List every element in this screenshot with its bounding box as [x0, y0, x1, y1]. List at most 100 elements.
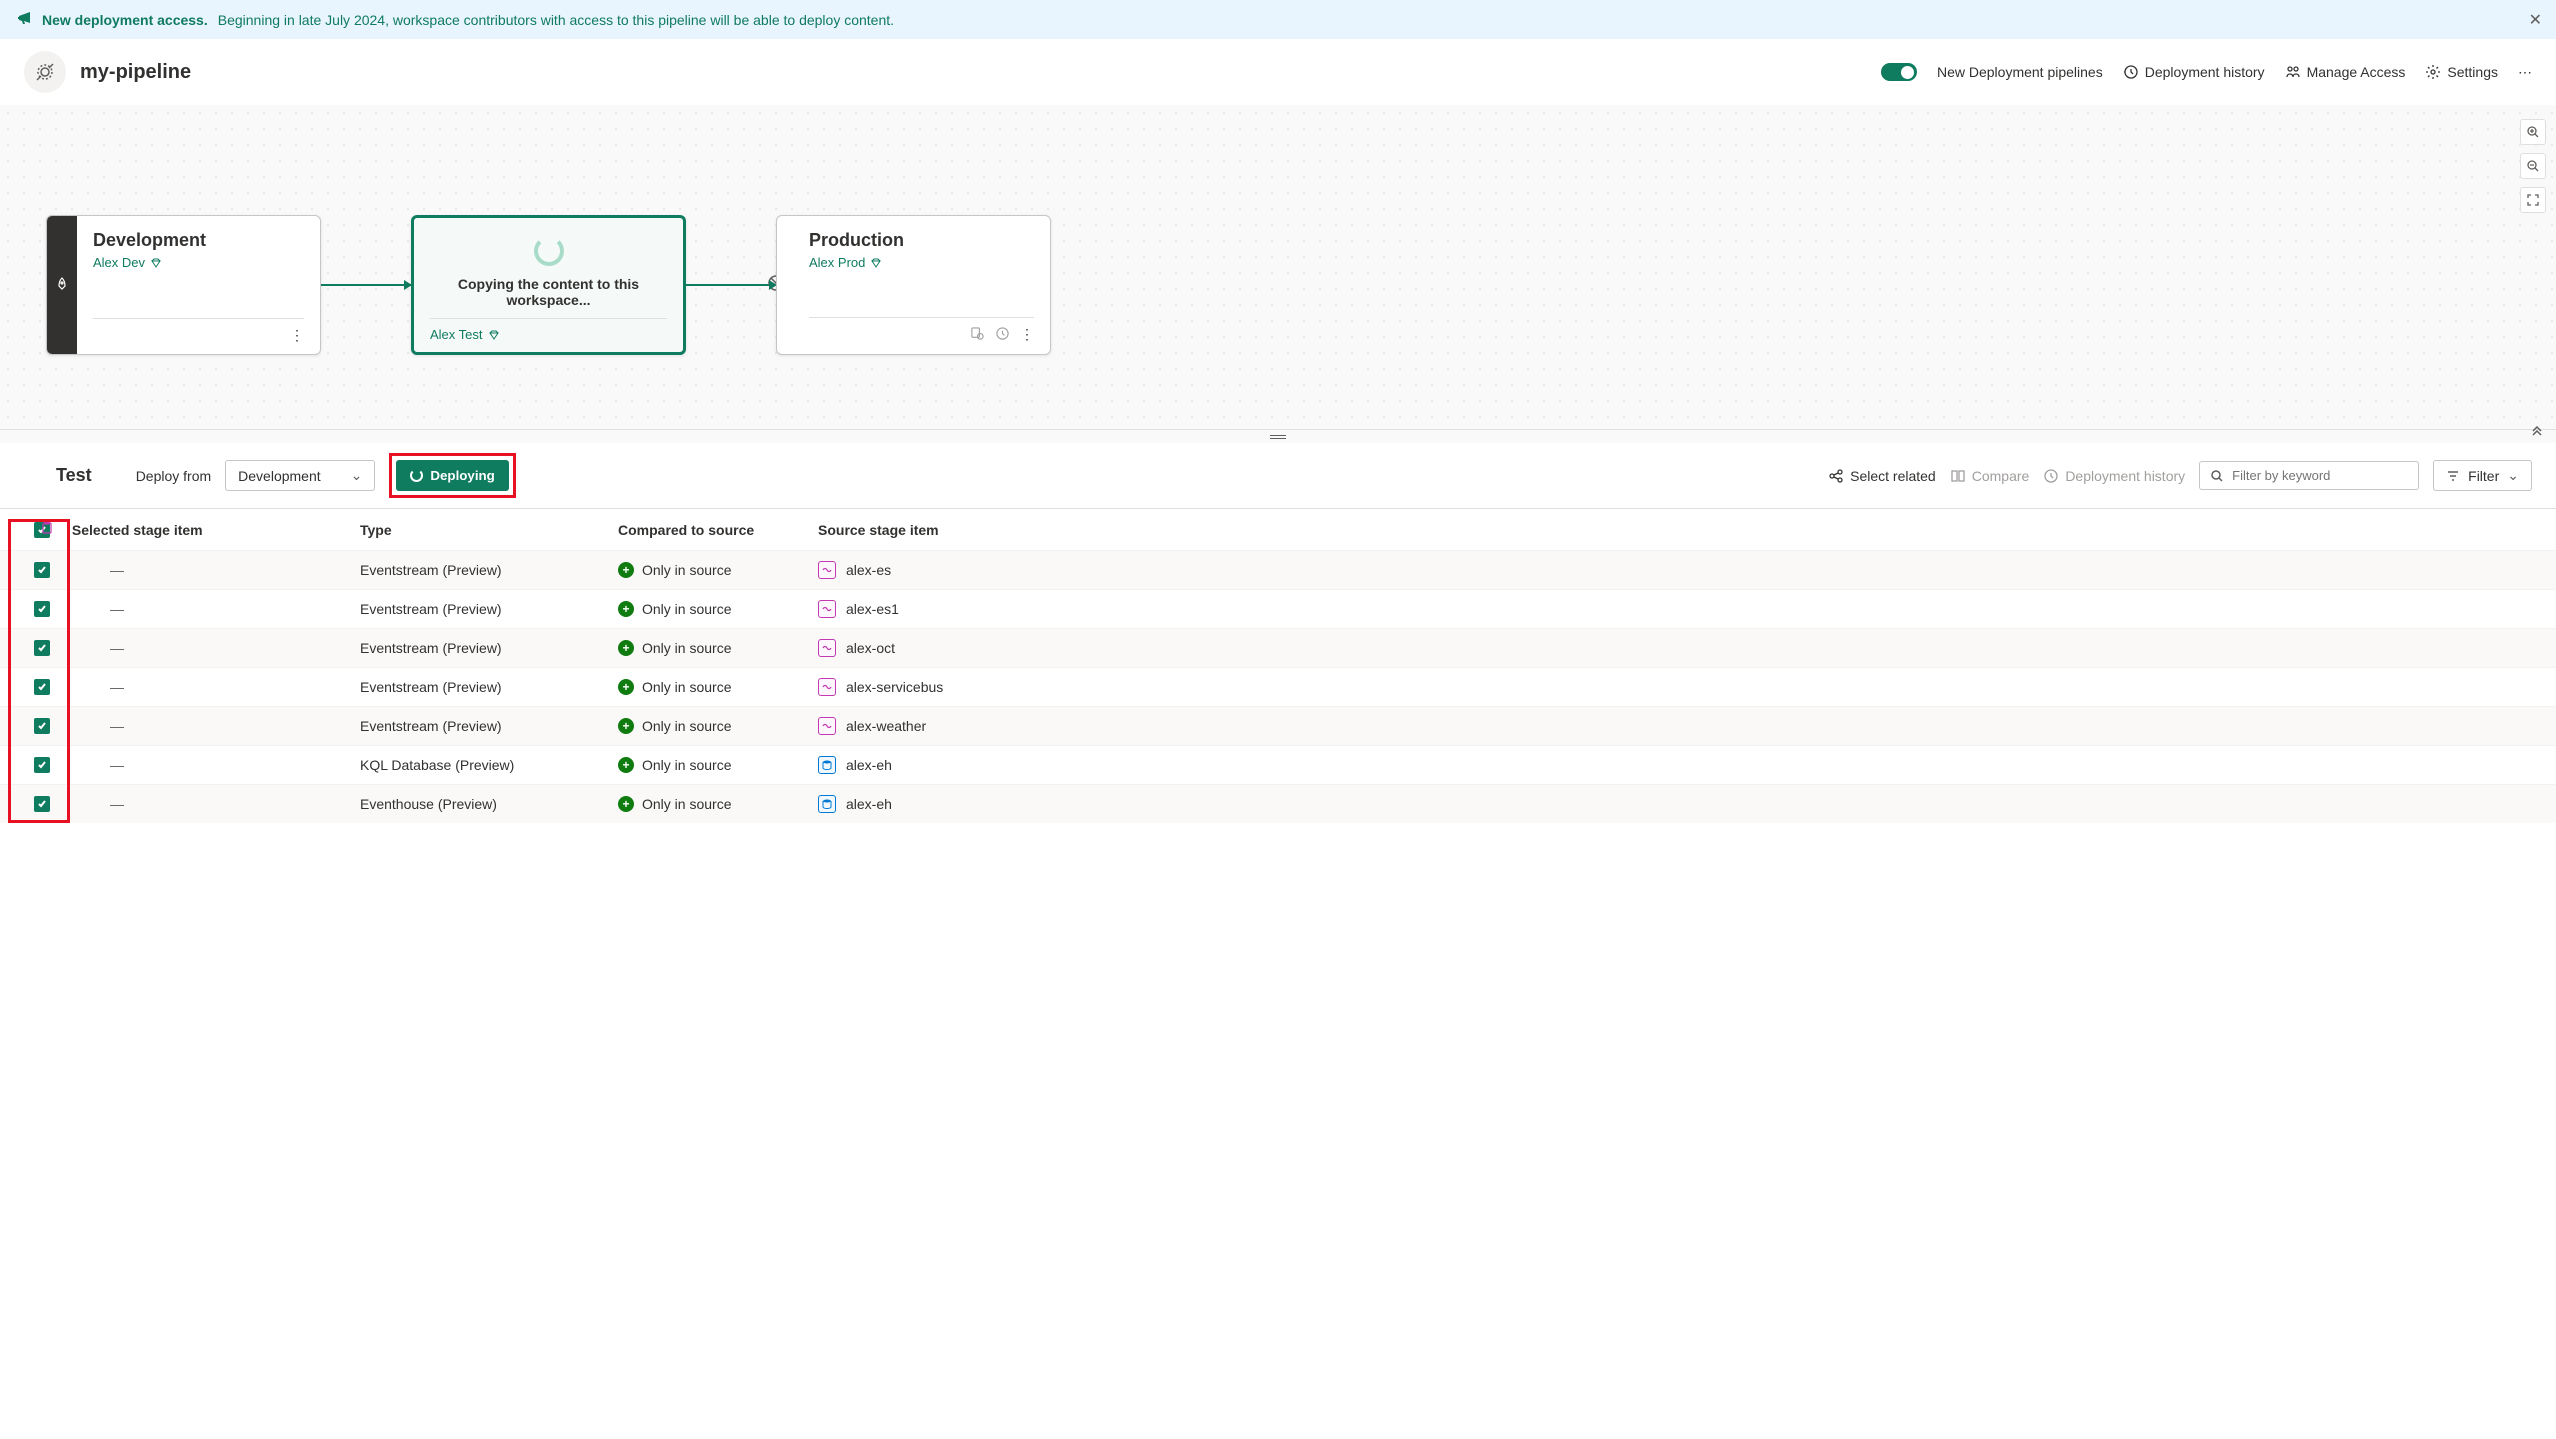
plus-icon: + — [618, 718, 634, 734]
row-checkbox[interactable] — [34, 640, 50, 656]
diamond-icon — [150, 257, 162, 269]
manage-access-link[interactable]: Manage Access — [2285, 64, 2406, 80]
people-icon — [2285, 64, 2301, 80]
plus-icon: + — [618, 601, 634, 617]
history-icon[interactable] — [995, 326, 1010, 344]
plus-icon: + — [618, 640, 634, 656]
type-value: KQL Database (Preview) — [350, 746, 608, 785]
filter-keyword-input[interactable] — [2232, 468, 2408, 483]
settings-icon[interactable] — [970, 326, 985, 344]
share-icon — [1828, 468, 1844, 484]
compare-button[interactable]: Compare — [1950, 468, 2030, 484]
source-item-value: alex-es — [846, 562, 891, 578]
deployment-history-link[interactable]: Deployment history — [2123, 64, 2265, 80]
table-row[interactable]: — Eventstream (Preview) +Only in source … — [0, 707, 2556, 746]
current-stage-label: Test — [56, 465, 92, 486]
chevron-down-icon: ⌄ — [351, 467, 363, 484]
source-item-value: alex-servicebus — [846, 679, 943, 695]
compared-value: Only in source — [642, 562, 731, 578]
stage-development[interactable]: Development Alex Dev ⋮ — [46, 215, 321, 355]
source-item-value: alex-es1 — [846, 601, 899, 617]
plus-icon: + — [618, 757, 634, 773]
table-row[interactable]: — Eventstream (Preview) +Only in source … — [0, 590, 2556, 629]
row-checkbox[interactable] — [34, 757, 50, 773]
toggle-label: New Deployment pipelines — [1937, 64, 2103, 80]
compared-value: Only in source — [642, 796, 731, 812]
selected-item-value: — — [110, 679, 124, 695]
resize-handle[interactable] — [0, 429, 2556, 443]
select-related-button[interactable]: Select related — [1828, 468, 1936, 484]
stage-test[interactable]: Copying the content to this workspace...… — [411, 215, 686, 355]
selected-item-value: — — [110, 718, 124, 734]
settings-link[interactable]: Settings — [2425, 64, 2498, 80]
compared-value: Only in source — [642, 601, 731, 617]
type-value: Eventstream (Preview) — [350, 629, 608, 668]
source-item-value: alex-eh — [846, 757, 892, 773]
item-type-icon — [818, 600, 836, 618]
deploy-button[interactable]: Deploying — [396, 460, 508, 491]
compared-value: Only in source — [642, 640, 731, 656]
table-row[interactable]: — Eventstream (Preview) +Only in source … — [0, 551, 2556, 590]
table-row[interactable]: — Eventhouse (Preview) +Only in source a… — [0, 785, 2556, 824]
deployment-history-button[interactable]: Deployment history — [2043, 468, 2185, 484]
source-item-value: alex-eh — [846, 796, 892, 812]
selected-item-value: — — [110, 757, 124, 773]
table-row[interactable]: — Eventstream (Preview) +Only in source … — [0, 668, 2556, 707]
spinner-icon — [410, 469, 423, 482]
close-icon[interactable]: ✕ — [2529, 10, 2542, 30]
item-type-icon — [818, 678, 836, 696]
selected-item-value: — — [110, 640, 124, 656]
stage-more-icon[interactable]: ⋮ — [1020, 326, 1034, 344]
stage-more-icon[interactable]: ⋮ — [290, 327, 304, 344]
filter-input[interactable] — [2199, 461, 2419, 490]
row-checkbox[interactable] — [34, 679, 50, 695]
bottom-toolbar: Test Deploy from Development ⌄ Deploying… — [0, 443, 2556, 509]
stage-name: Development — [93, 230, 304, 251]
compared-value: Only in source — [642, 679, 731, 695]
deploy-from-label: Deploy from — [136, 468, 211, 484]
more-icon[interactable]: ⋯ — [2518, 64, 2532, 81]
zoom-in-button[interactable] — [2520, 119, 2546, 145]
loading-spinner-icon — [534, 236, 564, 266]
loading-text: Copying the content to this workspace... — [430, 276, 667, 308]
diamond-icon — [870, 257, 882, 269]
connector-arrow — [686, 284, 776, 286]
pipeline-icon — [24, 51, 66, 93]
paste-icon — [40, 522, 58, 538]
notification-banner: New deployment access. Beginning in late… — [0, 0, 2556, 39]
notification-desc: Beginning in late July 2024, workspace c… — [218, 12, 894, 28]
table-row[interactable]: — KQL Database (Preview) + Only in source… — [0, 746, 2556, 785]
type-value: Eventhouse (Preview) — [350, 785, 608, 824]
diamond-icon — [488, 329, 500, 341]
table-row[interactable]: — Eventstream (Preview) +Only in source … — [0, 629, 2556, 668]
stage-production[interactable]: Production Alex Prod ⋮ — [776, 215, 1051, 355]
filter-icon — [2446, 469, 2460, 483]
history-icon — [2123, 64, 2139, 80]
selected-item-value: — — [110, 562, 124, 578]
chevron-down-icon: ⌄ — [2507, 467, 2519, 484]
expand-icon[interactable] — [2530, 426, 2544, 443]
zoom-out-button[interactable] — [2520, 153, 2546, 179]
compare-icon — [1950, 468, 1966, 484]
item-type-icon — [818, 717, 836, 735]
fit-button[interactable] — [2520, 187, 2546, 213]
selected-item-value: — — [110, 601, 124, 617]
table-header-row: Selected stage item Type Compared to sou… — [0, 509, 2556, 551]
pipeline-title: my-pipeline — [80, 61, 191, 84]
stage-workspace: Alex Prod — [809, 255, 1034, 270]
source-stage-dropdown[interactable]: Development ⌄ — [225, 460, 375, 491]
new-pipelines-toggle[interactable] — [1881, 63, 1917, 81]
compared-value: Only in source — [642, 757, 731, 773]
item-type-icon — [818, 756, 836, 774]
source-item-value: alex-oct — [846, 640, 895, 656]
type-value: Eventstream (Preview) — [350, 707, 608, 746]
row-checkbox[interactable] — [34, 562, 50, 578]
row-checkbox[interactable] — [34, 718, 50, 734]
history-icon — [2043, 468, 2059, 484]
stage-workspace: Alex Dev — [93, 255, 304, 270]
connector-arrow — [321, 284, 411, 286]
filter-button[interactable]: Filter ⌄ — [2433, 460, 2532, 491]
stage-name: Production — [809, 230, 1034, 251]
row-checkbox[interactable] — [34, 601, 50, 617]
row-checkbox[interactable] — [34, 796, 50, 812]
